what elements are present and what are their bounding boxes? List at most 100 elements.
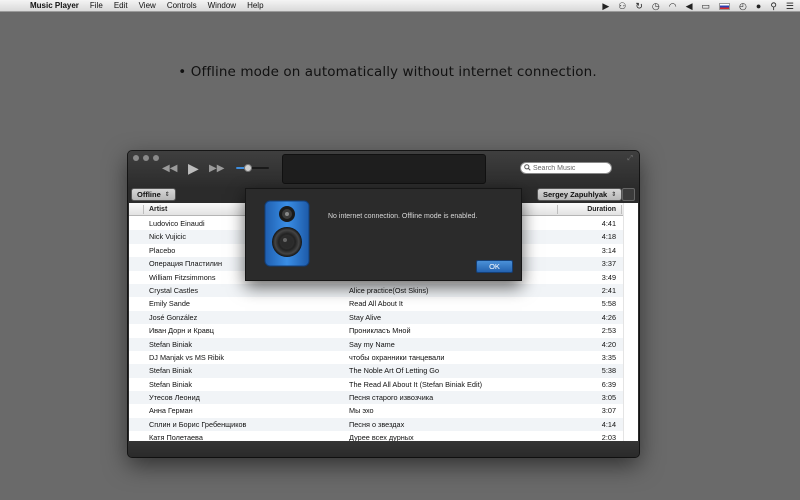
track-title: Песня старого извозчика	[349, 393, 434, 403]
clock-icon[interactable]: ◴	[739, 0, 747, 12]
feature-caption: • Offline mode on automatically without …	[178, 64, 597, 80]
track-duration: 4:20	[601, 339, 616, 349]
table-row[interactable]: José González Stay Alive 4:26	[129, 310, 638, 325]
track-title: чтобы охранники танцевали	[349, 352, 445, 362]
play-icon[interactable]: ▶	[188, 161, 199, 175]
sync-icon[interactable]: ↻	[635, 0, 643, 12]
track-artist: José González	[149, 312, 198, 322]
track-title: The Read All About It (Stefan Biniak Edi…	[349, 379, 483, 389]
menu-file[interactable]: File	[90, 0, 103, 12]
track-duration: 4:14	[601, 419, 616, 429]
track-artist: Emily Sande	[149, 299, 190, 309]
table-row[interactable]: Crystal Castles Alice practice(Ost Skins)…	[129, 283, 638, 298]
track-duration: 3:49	[601, 272, 616, 282]
table-row[interactable]: Stefan Biniak The Read All About It (Stef…	[129, 378, 638, 391]
spotlight-icon[interactable]: ⚲	[770, 0, 777, 12]
track-duration: 4:18	[601, 232, 616, 242]
menu-app-name[interactable]: Music Player	[30, 0, 79, 12]
fullscreen-icon[interactable]: ⤢	[627, 155, 633, 163]
track-title: Alice practice(Ost Skins)	[349, 285, 429, 295]
track-duration: 3:35	[601, 352, 616, 362]
previous-track-icon[interactable]: ◀◀	[162, 163, 177, 175]
track-duration: 3:37	[601, 259, 616, 269]
track-duration: 5:58	[601, 299, 616, 309]
track-artist: Stefan Biniak	[149, 339, 192, 349]
view-toggle-button[interactable]	[622, 188, 635, 201]
now-playing-display	[282, 154, 486, 184]
menu-bar: Music Player File Edit View Controls Win…	[0, 0, 800, 12]
table-row[interactable]: Stefan Biniak The Noble Art Of Letting Go…	[129, 364, 638, 378]
minimize-window-icon[interactable]	[143, 155, 149, 161]
menu-edit[interactable]: Edit	[114, 0, 128, 12]
table-row[interactable]: Сплин и Борис Гребенщиков Песня о звездах…	[129, 417, 638, 432]
table-row[interactable]: Emily Sande Read All About It 5:58	[129, 297, 638, 310]
table-row[interactable]: DJ Manjak vs MS Ribik чтобы охранники тан…	[129, 351, 638, 364]
play-status-icon[interactable]: ▶	[602, 0, 609, 12]
track-artist: DJ Manjak vs MS Ribik	[149, 352, 225, 362]
source-selector-label: Offline	[137, 190, 161, 199]
table-row[interactable]: Катя Полетаева Дурее всех дурных 2:03	[129, 431, 638, 441]
speaker-icon	[264, 200, 310, 267]
offline-alert-dialog: No internet connection. Offline mode is …	[245, 188, 522, 281]
menu-window[interactable]: Window	[208, 0, 236, 12]
user-selector-label: Sergey Zapuhlyak	[543, 190, 608, 199]
column-header-artist[interactable]: Artist	[149, 203, 167, 216]
search-input[interactable]	[533, 164, 609, 172]
time-machine-icon[interactable]: ◷	[652, 0, 660, 12]
column-divider	[557, 205, 558, 214]
extras-icon[interactable]: ⚇	[618, 0, 626, 12]
track-duration: 2:53	[601, 326, 616, 336]
ok-button[interactable]: OK	[476, 260, 513, 273]
user-icon[interactable]: ●	[756, 0, 761, 12]
battery-icon[interactable]: ▭	[702, 0, 711, 12]
volume-slider[interactable]	[236, 167, 269, 169]
track-duration: 3:05	[601, 393, 616, 403]
track-artist: Stefan Biniak	[149, 366, 192, 376]
track-artist: Утесов Леонид	[149, 393, 200, 403]
track-duration: 3:14	[601, 245, 616, 255]
input-source-flag-icon[interactable]	[719, 2, 731, 10]
column-divider	[143, 205, 144, 214]
track-artist: Stefan Biniak	[149, 379, 192, 389]
track-title: Мы эхо	[349, 406, 374, 416]
track-duration: 5:38	[601, 366, 616, 376]
track-duration: 3:07	[601, 406, 616, 416]
track-artist: Анна Герман	[149, 406, 193, 416]
updown-chevron-icon: ⇕	[164, 192, 170, 198]
search-icon	[524, 163, 531, 173]
search-field[interactable]	[520, 162, 612, 174]
volume-slider-knob[interactable]	[243, 164, 252, 172]
title-bar: ⤢ ◀◀ ▶ ▶▶	[128, 151, 639, 187]
menu-status-area: ▶ ⚇ ↻ ◷ ◠ ◀ ▭ ◴ ● ⚲ ☰	[593, 0, 794, 12]
menu-help[interactable]: Help	[247, 0, 263, 12]
column-header-duration[interactable]: Duration	[587, 203, 616, 216]
track-duration: 2:41	[601, 285, 616, 295]
table-row[interactable]: Stefan Biniak Say my Name 4:20	[129, 337, 638, 351]
track-title: Read All About It	[349, 299, 403, 309]
table-row[interactable]: Утесов Леонид Песня старого извозчика 3:05	[129, 391, 638, 405]
column-divider	[621, 205, 622, 214]
next-track-icon[interactable]: ▶▶	[209, 163, 224, 175]
track-duration: 4:41	[601, 219, 616, 228]
close-window-icon[interactable]	[133, 155, 139, 161]
table-row[interactable]: Анна Герман Мы эхо 3:07	[129, 404, 638, 417]
track-title: Проникласъ Мной	[349, 326, 411, 336]
wifi-icon[interactable]: ◠	[669, 0, 677, 12]
zoom-window-icon[interactable]	[153, 155, 159, 161]
track-artist: Иван Дорн и Кравц	[149, 326, 214, 336]
user-selector[interactable]: Sergey Zapuhlyak ⇕	[537, 188, 623, 201]
volume-icon[interactable]: ◀	[686, 0, 693, 12]
track-duration: 4:26	[601, 312, 616, 322]
notification-center-icon[interactable]: ☰	[786, 0, 794, 12]
track-title: Say my Name	[349, 339, 395, 349]
track-title: Песня о звездах	[349, 419, 405, 429]
menu-controls[interactable]: Controls	[167, 0, 197, 12]
menu-view[interactable]: View	[139, 0, 156, 12]
track-duration: 6:39	[601, 379, 616, 389]
source-selector[interactable]: Offline ⇕	[131, 188, 176, 201]
table-row[interactable]: Иван Дорн и Кравц Проникласъ Мной 2:53	[129, 324, 638, 337]
track-duration: 2:03	[601, 433, 616, 441]
scroll-gutter[interactable]	[623, 203, 638, 441]
status-bar	[128, 441, 639, 457]
track-artist: Crystal Castles	[149, 285, 199, 295]
